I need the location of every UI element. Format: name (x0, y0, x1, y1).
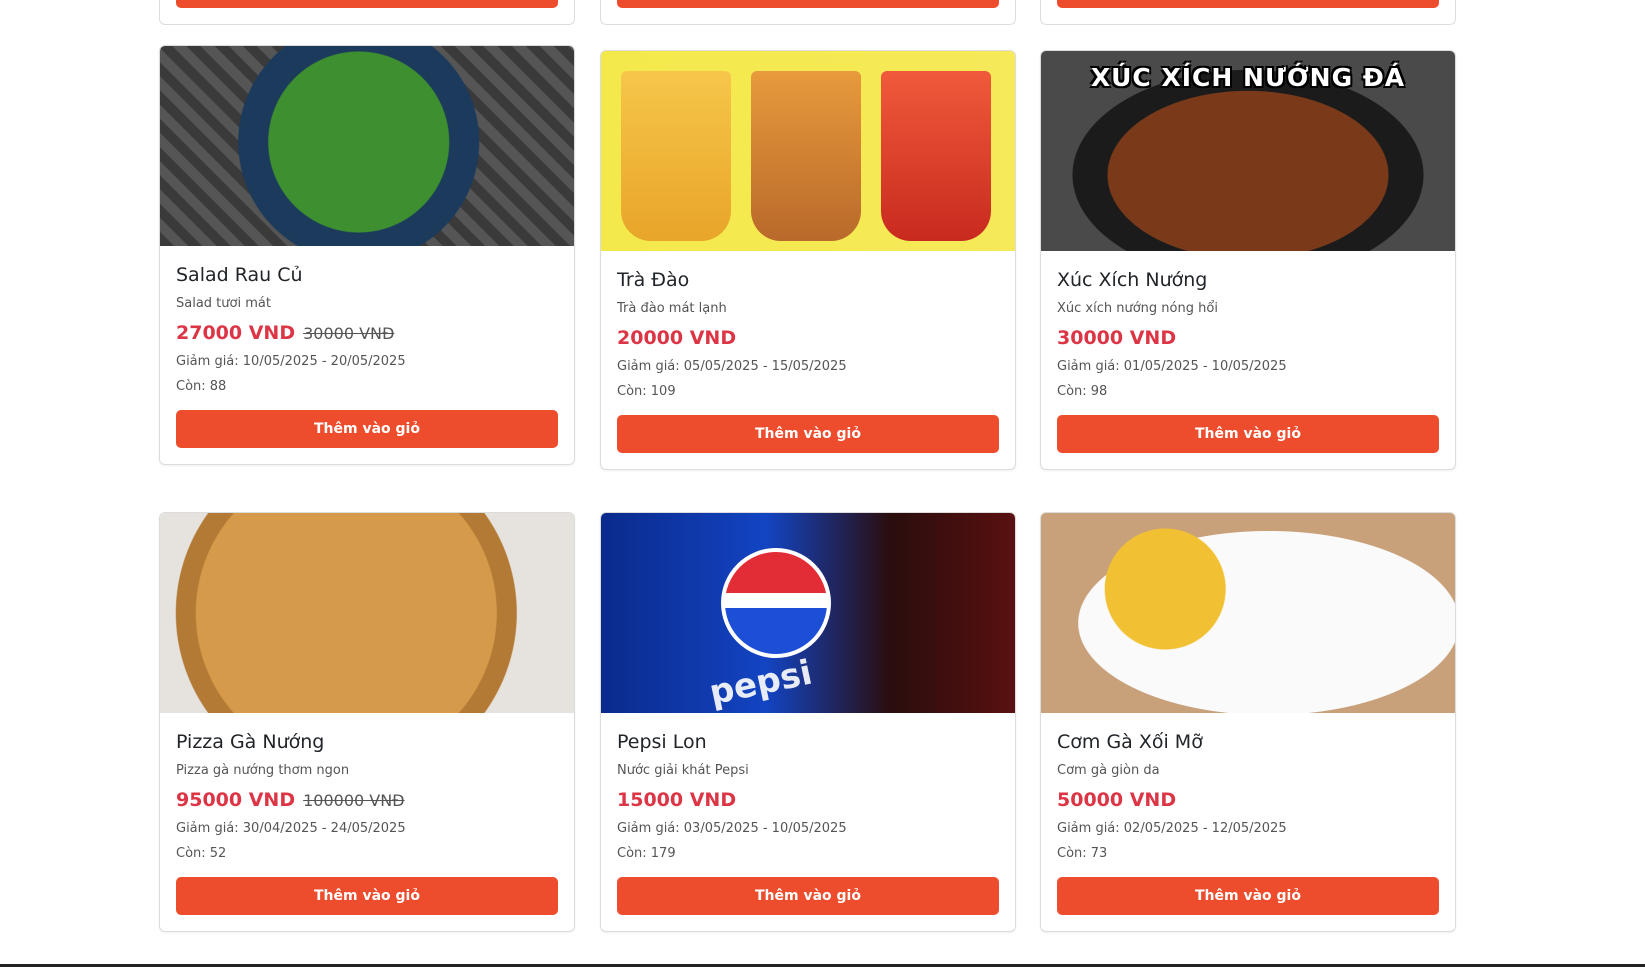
discount-period: Giảm giá: 05/05/2025 - 15/05/2025 (617, 359, 847, 374)
product-card: Salad Rau Củ Salad tươi mát 27000 VND 30… (159, 45, 575, 465)
stock-count: Còn: 109 (617, 384, 676, 399)
add-to-cart-button[interactable]: Thêm vào giỏ (617, 877, 999, 915)
add-to-cart-button[interactable]: Thêm vào giỏ (176, 410, 558, 448)
discount-period: Giảm giá: 02/05/2025 - 12/05/2025 (1057, 821, 1287, 836)
product-old-price: 100000 VNĐ (303, 791, 405, 810)
product-description: Xúc xích nướng nóng hổi (1057, 301, 1218, 316)
discount-period: Giảm giá: 03/05/2025 - 10/05/2025 (617, 821, 847, 836)
pepsi-logo-shape (721, 548, 831, 658)
image-banner-text: XÚC XÍCH NƯỚNG ĐÁ (1090, 63, 1406, 92)
stock-count: Còn: 52 (176, 846, 227, 861)
add-to-cart-button[interactable]: Thêm vào giỏ (1057, 415, 1439, 453)
product-image[interactable]: pepsi (601, 513, 1015, 713)
product-image[interactable]: XÚC XÍCH NƯỚNG ĐÁ (1041, 51, 1455, 251)
product-name[interactable]: Trà Đào (617, 268, 999, 292)
product-price: 50000 VND (1057, 789, 1177, 811)
add-to-cart-button[interactable] (617, 0, 999, 8)
drink-cup-shape (751, 71, 861, 241)
previous-row-card (600, 0, 1016, 25)
product-name[interactable]: Salad Rau Củ (176, 263, 558, 287)
product-price: 30000 VND (1057, 327, 1177, 349)
stock-count: Còn: 98 (1057, 384, 1108, 399)
product-description: Nước giải khát Pepsi (617, 763, 749, 778)
product-description: Salad tươi mát (176, 296, 271, 311)
product-description: Trà đào mát lạnh (617, 301, 727, 316)
previous-row-card (1040, 0, 1456, 25)
product-price: 15000 VND (617, 789, 737, 811)
add-to-cart-button[interactable] (176, 0, 558, 8)
product-price: 27000 VND (176, 322, 296, 344)
discount-period: Giảm giá: 01/05/2025 - 10/05/2025 (1057, 359, 1287, 374)
discount-period: Giảm giá: 30/04/2025 - 24/05/2025 (176, 821, 406, 836)
product-grid-page: Salad Rau Củ Salad tươi mát 27000 VND 30… (0, 0, 1645, 967)
previous-row-card (159, 0, 575, 25)
product-description: Pizza gà nướng thơm ngon (176, 763, 350, 778)
stock-count: Còn: 179 (617, 846, 676, 861)
product-card: Trà Đào Trà đào mát lạnh 20000 VND Giảm … (600, 50, 1016, 470)
stock-count: Còn: 73 (1057, 846, 1108, 861)
product-card: Cơm Gà Xối Mỡ Cơm gà giòn da 50000 VND G… (1040, 512, 1456, 932)
product-image[interactable] (601, 51, 1015, 251)
product-card: XÚC XÍCH NƯỚNG ĐÁ Xúc Xích Nướng Xúc xíc… (1040, 50, 1456, 470)
add-to-cart-button[interactable]: Thêm vào giỏ (176, 877, 558, 915)
product-price: 20000 VND (617, 327, 737, 349)
add-to-cart-button[interactable]: Thêm vào giỏ (617, 415, 999, 453)
product-name[interactable]: Pizza Gà Nướng (176, 730, 558, 754)
product-name[interactable]: Cơm Gà Xối Mỡ (1057, 730, 1439, 754)
drink-cup-shape (621, 71, 731, 241)
image-can-text: pepsi (705, 652, 816, 713)
product-image[interactable] (160, 46, 574, 246)
product-card: Pizza Gà Nướng Pizza gà nướng thơm ngon … (159, 512, 575, 932)
product-image[interactable] (160, 513, 574, 713)
stock-count: Còn: 88 (176, 379, 227, 394)
product-image[interactable] (1041, 513, 1455, 713)
product-old-price: 30000 VNĐ (303, 324, 395, 343)
product-name[interactable]: Xúc Xích Nướng (1057, 268, 1439, 292)
add-to-cart-button[interactable]: Thêm vào giỏ (1057, 877, 1439, 915)
product-name[interactable]: Pepsi Lon (617, 730, 999, 754)
product-card: pepsi Pepsi Lon Nước giải khát Pepsi 150… (600, 512, 1016, 932)
add-to-cart-button[interactable] (1057, 0, 1439, 8)
drink-cup-shape (881, 71, 991, 241)
product-price: 95000 VND (176, 789, 296, 811)
discount-period: Giảm giá: 10/05/2025 - 20/05/2025 (176, 354, 406, 369)
product-description: Cơm gà giòn da (1057, 763, 1160, 778)
